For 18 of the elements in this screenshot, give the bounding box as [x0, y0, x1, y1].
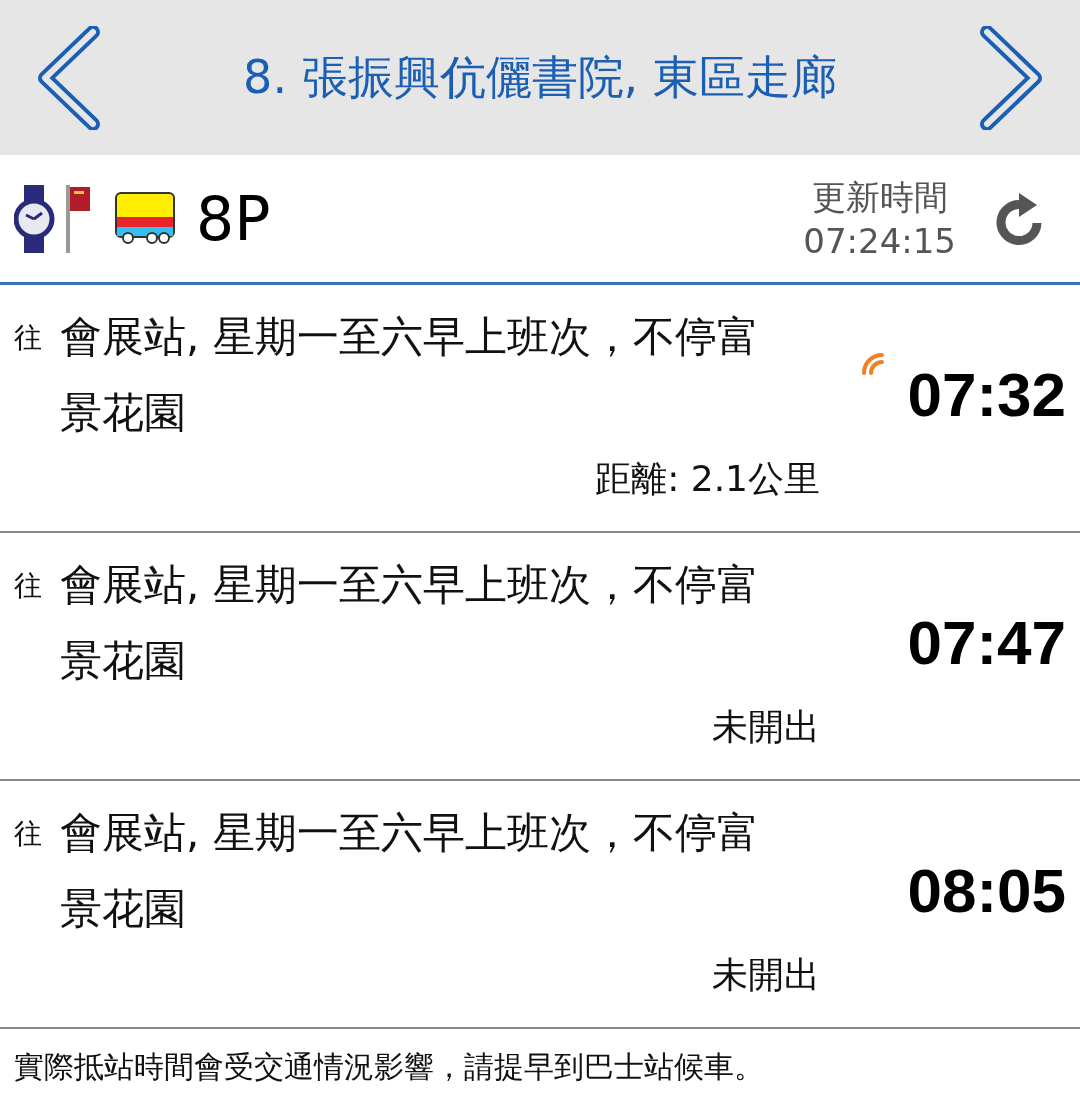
destination-text: 會展站, 星期一至六早上班次，不停富景花園 — [60, 311, 760, 439]
departure-note: 未開出 — [712, 953, 820, 997]
arrival-time: 07:32 — [907, 359, 1066, 430]
direction-label: 往 — [14, 568, 43, 604]
direction-label: 往 — [14, 816, 43, 852]
updated-label: 更新時間 — [811, 175, 948, 219]
arrival-time: 07:47 — [907, 607, 1066, 678]
destination-text: 會展站, 星期一至六早上班次，不停富景花園 — [60, 559, 760, 687]
route-number: 8P — [196, 183, 271, 254]
bus-icon — [114, 190, 176, 247]
departure-note: 距離: 2.1公里 — [595, 457, 820, 501]
updated-time: 07:24:15 — [803, 219, 956, 263]
direction-label: 往 — [14, 320, 43, 356]
departure-note: 未開出 — [712, 705, 820, 749]
notice-text: 實際抵站時間會受交通情況影響，請提早到巴士站候車。 — [14, 1049, 764, 1084]
stop-title: 8. 張振興伉儷書院, 東區走廊 — [243, 48, 837, 106]
destination-text: 會展站, 星期一至六早上班次，不停富景花園 — [60, 807, 760, 935]
arrival-time: 08:05 — [907, 855, 1066, 926]
